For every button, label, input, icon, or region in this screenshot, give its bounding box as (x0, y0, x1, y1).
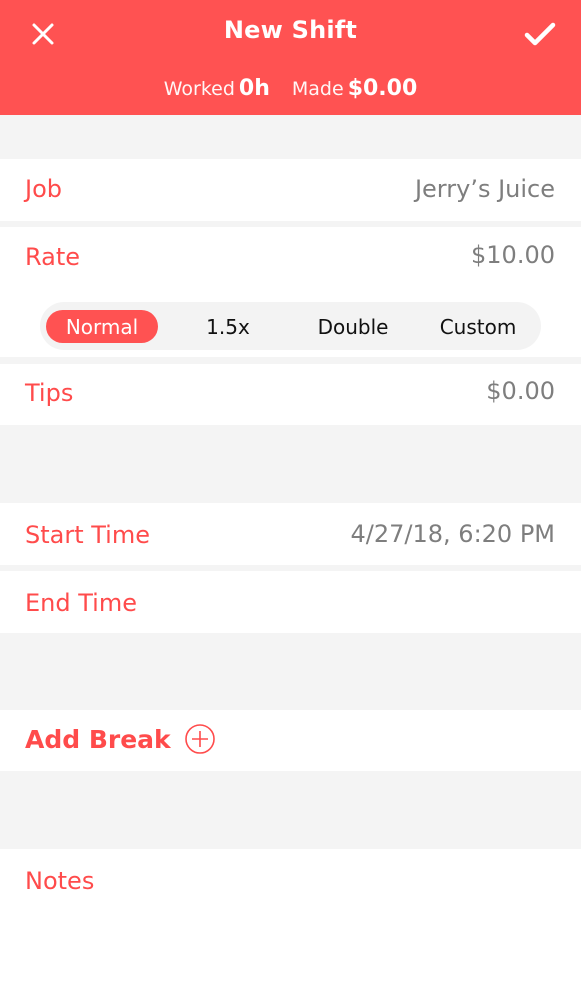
job-label: Job (25, 175, 62, 203)
job-row[interactable]: Job Jerry’s Juice (0, 159, 581, 221)
page-title: New Shift (223, 16, 358, 44)
plus-circle-icon (184, 724, 215, 754)
rate-multiplier-segmented-control: Normal 1.5x Double Custom (40, 302, 541, 350)
made-value: $0.00 (347, 76, 418, 101)
rate-option-double[interactable]: Double (297, 310, 409, 343)
add-break-label: Add Break (25, 724, 171, 754)
tips-label: Tips (25, 379, 74, 407)
start-time-row[interactable]: Start Time 4/27/18, 6:20 PM (0, 503, 581, 565)
navigation-header: New Shift Worked 0h Made $0.00 (0, 0, 581, 115)
job-value: Jerry’s Juice (414, 175, 555, 203)
made-label: Made (291, 78, 344, 100)
add-break-row: Add Break (0, 710, 581, 771)
end-time-row[interactable]: End Time (0, 571, 581, 633)
rate-option-1-5x[interactable]: 1.5x (172, 310, 284, 343)
rate-option-normal[interactable]: Normal (46, 310, 158, 343)
worked-label: Worked (163, 78, 235, 100)
tips-row[interactable]: Tips $0.00 (0, 364, 581, 425)
rate-label: Rate (25, 243, 81, 271)
tips-value: $0.00 (486, 377, 555, 405)
end-time-label: End Time (25, 589, 137, 617)
rate-row: Rate $10.00 Normal 1.5x Double Custom (0, 227, 581, 357)
start-time-label: Start Time (25, 521, 150, 549)
checkmark-icon (524, 22, 556, 46)
notes-field[interactable]: Notes (0, 849, 581, 1000)
worked-value: 0h (238, 76, 270, 101)
rate-value[interactable]: $10.00 (471, 241, 555, 269)
notes-label: Notes (25, 867, 95, 895)
shift-summary: Worked 0h Made $0.00 (0, 76, 581, 101)
save-button[interactable] (520, 14, 560, 54)
add-break-button[interactable]: Add Break (25, 724, 215, 754)
rate-option-custom[interactable]: Custom (422, 310, 534, 343)
start-time-value: 4/27/18, 6:20 PM (350, 520, 555, 548)
